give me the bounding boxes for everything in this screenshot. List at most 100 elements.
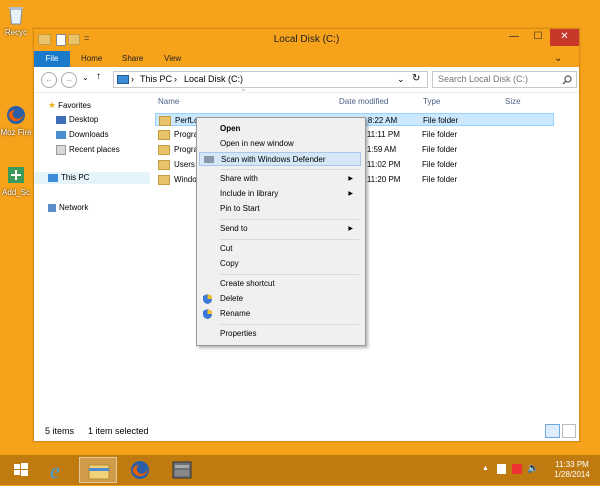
recent-locations-dropdown[interactable]: ⌄ — [82, 73, 89, 82]
desktop-icon — [56, 115, 66, 124]
desktop-icon-add-script[interactable]: Add_Sc — [0, 164, 32, 197]
clock-date: 1/28/2014 — [554, 470, 590, 479]
tab-share[interactable]: Share — [122, 51, 143, 67]
shield-icon — [203, 294, 212, 304]
forward-button[interactable]: → — [61, 72, 77, 88]
details-view-button[interactable] — [545, 424, 560, 438]
menu-item-copy[interactable]: Copy — [199, 257, 361, 271]
tray-overflow-button[interactable]: ▲ — [482, 465, 489, 472]
nav-downloads[interactable]: Downloads — [56, 129, 109, 141]
address-box[interactable]: › This PC › Local Disk (C:) ⌄ ↻ — [113, 71, 428, 88]
firefox-icon — [5, 104, 27, 126]
tab-view[interactable]: View — [164, 51, 181, 67]
nav-desktop[interactable]: Desktop — [56, 114, 98, 126]
desktop-icon-firefox[interactable]: Moz Fire — [0, 104, 32, 137]
menu-item-pin-to-start[interactable]: Pin to Start — [199, 202, 361, 216]
breadcrumb-separator: › — [131, 74, 134, 84]
nav-recent-places[interactable]: Recent places — [56, 144, 120, 156]
taskbar: e ▲ 🔈 11:33 PM 1/28/2014 — [0, 455, 600, 485]
column-header-date[interactable]: Date modified — [339, 97, 388, 106]
desktop-icon-label: Add_Sc — [1, 188, 31, 197]
file-name: Progra — [174, 145, 199, 155]
address-dropdown-icon[interactable]: ⌄ — [397, 74, 405, 85]
menu-item-properties[interactable]: Properties — [199, 327, 361, 341]
up-button[interactable]: ↑ — [96, 71, 101, 82]
clock[interactable]: 11:33 PM 1/28/2014 — [548, 460, 596, 480]
navigation-pane: ★ Favorites Desktop Downloads Recent plac… — [34, 93, 152, 423]
column-header-name[interactable]: Name — [158, 97, 179, 106]
desktop-icon-label: Recyc — [4, 28, 28, 37]
large-icons-view-button[interactable] — [562, 424, 576, 438]
taskbar-app[interactable] — [163, 457, 201, 483]
breadcrumb-separator: › — [174, 74, 177, 84]
column-header-type[interactable]: Type — [423, 97, 440, 106]
menu-separator — [221, 239, 359, 240]
windows-logo-icon — [14, 463, 28, 476]
window-title: Local Disk (C:) — [273, 34, 340, 45]
menu-separator — [221, 169, 359, 170]
column-header-size[interactable]: Size — [505, 97, 521, 106]
nav-favorites[interactable]: ★ Favorites — [48, 99, 91, 111]
action-center-icon[interactable] — [497, 464, 506, 474]
folder-icon — [158, 160, 170, 170]
breadcrumb-local-disk[interactable]: Local Disk (C:) — [184, 74, 243, 84]
refresh-button[interactable]: ↻ — [412, 73, 420, 84]
menu-item-rename[interactable]: Rename — [199, 307, 361, 321]
menu-item-open-new-window[interactable]: Open in new window — [199, 137, 361, 151]
volume-icon[interactable]: 🔈 — [527, 463, 539, 474]
network-status-icon[interactable] — [512, 464, 522, 474]
context-menu: Open Open in new window Scan with Window… — [196, 117, 366, 346]
defender-icon — [204, 156, 214, 163]
ribbon-tabs: File Home Share View ⌄ — [34, 51, 579, 67]
file-type: File folder — [422, 145, 458, 154]
menu-item-open[interactable]: Open — [199, 122, 361, 136]
star-icon: ★ — [48, 100, 57, 110]
search-icon — [562, 75, 572, 87]
file-explorer-icon — [88, 464, 110, 480]
maximize-button[interactable]: ☐ — [526, 29, 550, 46]
file-name: Progra — [174, 130, 199, 140]
menu-item-scan-defender[interactable]: Scan with Windows Defender — [199, 152, 361, 166]
selection-count: 1 item selected — [88, 426, 149, 436]
menu-item-delete[interactable]: Delete — [199, 292, 361, 306]
item-count: 5 items — [45, 426, 75, 436]
taskbar-internet-explorer[interactable]: e — [39, 457, 77, 483]
sort-indicator-icon: ^ — [242, 89, 245, 95]
folder-icon — [158, 130, 170, 140]
menu-separator — [221, 219, 359, 220]
shield-icon — [203, 309, 212, 319]
svg-text:e: e — [50, 458, 60, 483]
submenu-arrow-icon: ▶ — [348, 176, 353, 182]
internet-explorer-icon: e — [50, 458, 60, 483]
menu-item-cut[interactable]: Cut — [199, 242, 361, 256]
app-window-icon — [172, 461, 192, 479]
taskbar-file-explorer[interactable] — [79, 457, 117, 483]
downloads-icon — [56, 130, 66, 139]
breadcrumb-this-pc[interactable]: This PC — [140, 74, 172, 84]
tab-home[interactable]: Home — [81, 51, 102, 67]
file-type: File folder — [423, 116, 459, 125]
file-name: Users — [174, 160, 195, 170]
back-button[interactable]: ← — [41, 72, 57, 88]
search-input[interactable]: Search Local Disk (C:) — [432, 71, 577, 88]
minimize-button[interactable]: — — [502, 29, 526, 46]
menu-item-create-shortcut[interactable]: Create shortcut — [199, 277, 361, 291]
search-placeholder: Search Local Disk (C:) — [438, 74, 529, 84]
nav-network[interactable]: Network — [48, 202, 88, 214]
nav-this-pc[interactable]: This PC — [34, 172, 150, 184]
desktop-icon-label: Moz Fire — [0, 128, 32, 137]
menu-item-share-with[interactable]: Share with ▶ — [199, 172, 361, 186]
title-bar[interactable]: = Local Disk (C:) — ☐ ✕ — [34, 29, 579, 51]
menu-item-send-to[interactable]: Send to ▶ — [199, 222, 361, 236]
tab-file[interactable]: File — [34, 51, 70, 67]
clock-time: 11:33 PM — [555, 460, 589, 469]
ribbon-expand-icon[interactable]: ⌄ — [554, 51, 562, 67]
desktop-icon-recycle-bin[interactable]: Recyc — [0, 4, 32, 37]
start-button[interactable] — [2, 457, 40, 483]
taskbar-firefox[interactable] — [121, 457, 159, 483]
folder-icon — [159, 116, 171, 126]
submenu-arrow-icon: ▶ — [348, 191, 353, 197]
close-button[interactable]: ✕ — [550, 29, 579, 46]
menu-item-include-library[interactable]: Include in library ▶ — [199, 187, 361, 201]
file-type: File folder — [422, 130, 458, 139]
